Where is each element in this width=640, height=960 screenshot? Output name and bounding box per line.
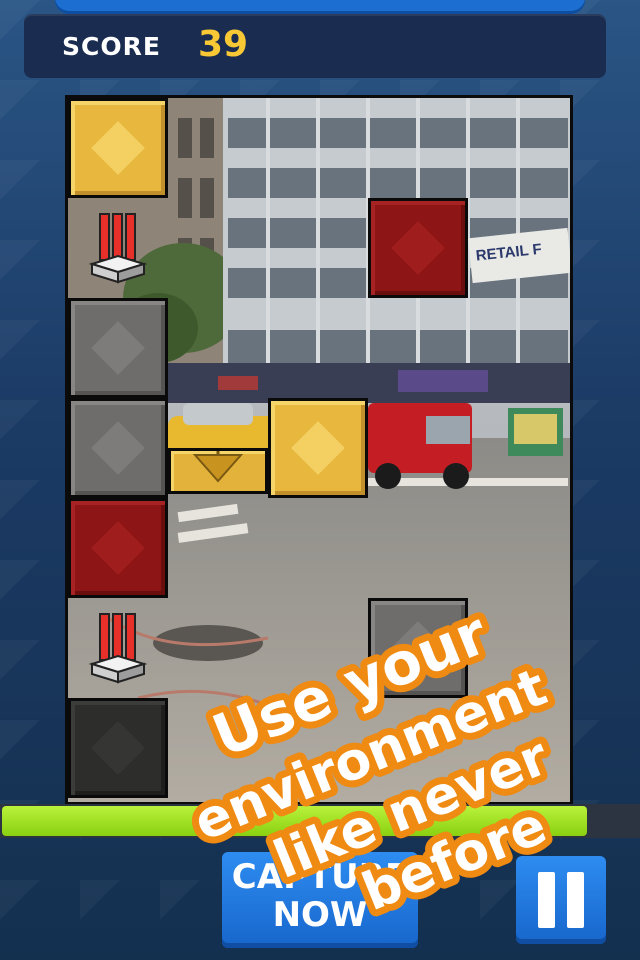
promo-overlay: Use your environment like never before (179, 592, 564, 920)
falling-block[interactable] (168, 448, 268, 494)
block-diamond-icon (291, 421, 345, 475)
top-tab (55, 0, 585, 14)
score-bar: SCORE 39 (24, 14, 606, 78)
score-value: 39 (198, 24, 249, 65)
block-diamond-icon (91, 321, 145, 375)
block-diamond-icon (91, 721, 145, 775)
dynamite-icon[interactable] (88, 212, 148, 284)
dynamite-icon[interactable] (88, 612, 148, 684)
block-yellow[interactable] (68, 98, 168, 198)
block-diamond-icon (91, 421, 145, 475)
block-gray[interactable] (68, 398, 168, 498)
score-label: SCORE (62, 32, 161, 61)
block-red[interactable] (68, 498, 168, 598)
block-diamond-icon (91, 121, 145, 175)
block-dark[interactable] (68, 698, 168, 798)
block-diamond-icon (391, 221, 445, 275)
block-diamond-icon (91, 521, 145, 575)
drop-arrow-icon (192, 451, 244, 483)
block-red[interactable] (368, 198, 468, 298)
block-yellow[interactable] (268, 398, 368, 498)
block-gray[interactable] (68, 298, 168, 398)
